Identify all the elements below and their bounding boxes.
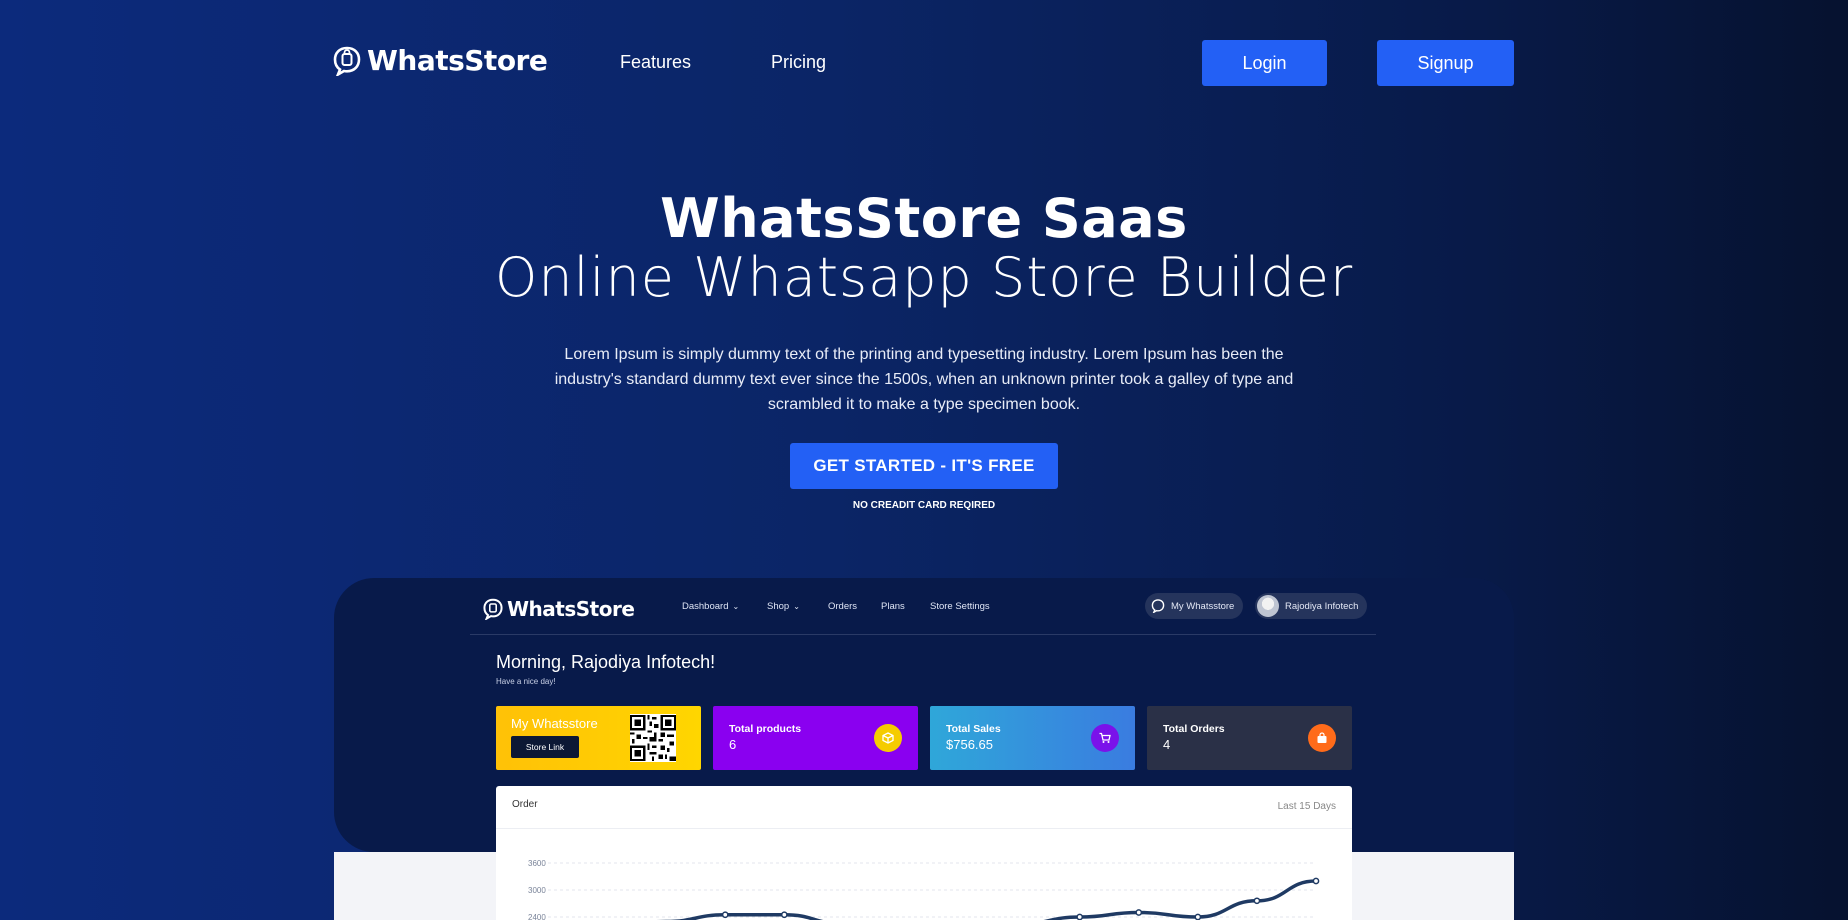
user-menu-pill[interactable]: Rajodiya Infotech	[1255, 593, 1368, 619]
cart-icon	[1091, 724, 1119, 752]
get-started-button[interactable]: GET STARTED - IT'S FREE	[790, 443, 1058, 489]
total-products-card: Total products 6	[713, 706, 918, 770]
total-products-value: 6	[729, 737, 737, 752]
order-series-line	[655, 879, 1317, 920]
hero-title: WhatsStore Saas	[660, 187, 1188, 250]
dashboard-logo[interactable]: WhatsStore	[483, 597, 635, 621]
y-tick-label: 2400	[528, 913, 546, 920]
data-point[interactable]	[1312, 877, 1320, 885]
nav-pricing[interactable]: Pricing	[771, 52, 826, 73]
dashboard-nav-dashboard-label: Dashboard	[682, 601, 729, 612]
data-point[interactable]	[1194, 913, 1202, 920]
store-link-button[interactable]: Store Link	[511, 736, 579, 758]
data-point[interactable]	[780, 911, 788, 919]
my-whatsstore-pill[interactable]: My Whatsstore	[1145, 593, 1244, 619]
data-point[interactable]	[1253, 897, 1261, 905]
data-point[interactable]	[721, 911, 729, 919]
dashboard-nav-shop[interactable]: Shop ⌄	[767, 601, 800, 612]
total-orders-value: 4	[1163, 737, 1171, 752]
package-icon	[874, 724, 902, 752]
dashboard-nav-store-settings-label: Store Settings	[930, 601, 990, 612]
dashboard-divider	[470, 634, 1376, 635]
greeting-subtext: Have a nice day!	[496, 677, 556, 686]
total-orders-card: Total Orders 4	[1147, 706, 1352, 770]
my-whatsstore-card-title: My Whatsstore	[511, 716, 598, 731]
dashboard-nav-plans[interactable]: Plans	[881, 601, 905, 612]
user-menu-label: Rajodiya Infotech	[1285, 600, 1359, 612]
data-point[interactable]	[1135, 909, 1143, 916]
dashboard-brand-name: WhatsStore	[507, 597, 635, 621]
brand-logo[interactable]: WhatsStore	[333, 44, 548, 77]
greeting: Morning, Rajodiya Infotech!	[496, 652, 716, 672]
dashboard-nav-shop-label: Shop	[767, 601, 790, 612]
hero-subtitle: Online Whatsapp Store Builder	[494, 246, 1354, 309]
total-orders-title: Total Orders	[1163, 723, 1225, 735]
dashboard-nav-plans-label: Plans	[881, 601, 905, 612]
dashboard-nav-orders[interactable]: Orders	[828, 601, 857, 612]
total-products-title: Total products	[729, 723, 802, 735]
total-sales-card: Total Sales $756.65	[930, 706, 1135, 770]
my-whatsstore-card: My Whatsstore Store Link	[496, 706, 701, 770]
my-whatsstore-pill-label: My Whatsstore	[1171, 600, 1235, 612]
hero-description: Lorem Ipsum is simply dummy text of the …	[554, 346, 1294, 413]
order-chart-panel: Order Last 15 Days 3600 3000 2400	[496, 786, 1352, 920]
total-sales-value: $756.65	[946, 737, 993, 752]
dashboard-nav-store-settings[interactable]: Store Settings	[930, 601, 990, 612]
signup-button[interactable]: Signup	[1377, 40, 1514, 86]
login-button[interactable]: Login	[1202, 40, 1327, 86]
dashboard-nav-orders-label: Orders	[828, 601, 858, 612]
y-tick-label: 3600	[528, 859, 546, 868]
qr-code[interactable]	[630, 714, 676, 762]
y-tick-label: 3000	[528, 886, 546, 895]
chevron-down-icon: ⌄	[732, 602, 740, 611]
whatsapp-store-icon	[483, 598, 503, 620]
whatsapp-store-icon	[333, 46, 361, 76]
total-sales-title: Total Sales	[946, 723, 1001, 735]
shopping-bag-icon	[1308, 724, 1336, 752]
chevron-down-icon: ⌄	[793, 602, 800, 611]
cta-note: NO CREADIT CARD REQIRED	[852, 500, 996, 511]
order-line-chart: 3600 3000 2400	[528, 859, 1320, 920]
whatsapp-store-icon	[1151, 599, 1165, 613]
dashboard-nav-dashboard[interactable]: Dashboard ⌄	[682, 601, 739, 612]
avatar	[1257, 595, 1279, 617]
brand-name: WhatsStore	[367, 44, 548, 77]
nav-features[interactable]: Features	[620, 52, 691, 73]
data-point[interactable]	[1076, 913, 1084, 920]
